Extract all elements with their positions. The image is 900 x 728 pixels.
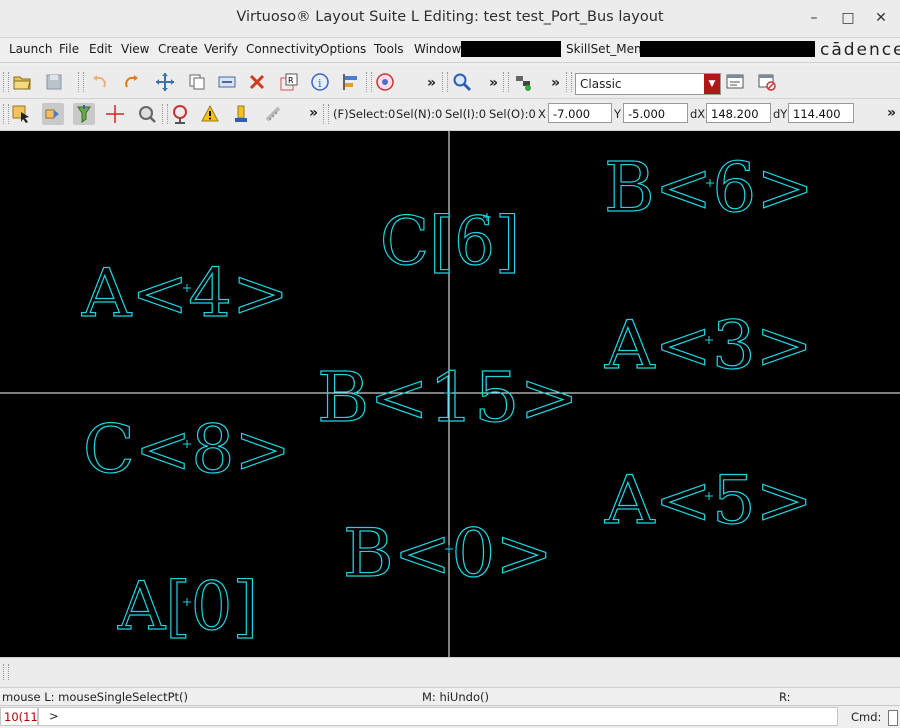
command-count: 10(11) xyxy=(0,707,42,726)
toolbar-grip[interactable] xyxy=(442,72,448,92)
title-bar: Virtuoso® Layout Suite L Editing: test t… xyxy=(0,0,900,38)
snap-icon[interactable] xyxy=(374,71,396,93)
menu-bar: Launch File Edit View Create Verify Conn… xyxy=(0,38,900,63)
toolbar-grip[interactable] xyxy=(162,104,168,124)
sel-o-count: Sel(O):0 xyxy=(489,107,536,121)
pin-label[interactable]: A<5> xyxy=(603,461,813,539)
cmd-label: Cmd: xyxy=(851,710,882,724)
pin-label[interactable]: A<3> xyxy=(603,306,813,384)
x-coordinate-field[interactable]: -7.000 xyxy=(548,103,612,123)
menu-create[interactable]: Create xyxy=(158,42,198,56)
menu-options[interactable]: Options xyxy=(320,42,366,56)
properties-icon[interactable]: R xyxy=(278,71,300,93)
select-cursor-icon[interactable] xyxy=(10,103,32,125)
info-icon[interactable]: i xyxy=(309,71,331,93)
crosshair-icon[interactable] xyxy=(104,103,126,125)
undo-icon[interactable] xyxy=(89,71,111,93)
workspace-save-icon[interactable] xyxy=(724,71,746,93)
pin-label[interactable]: B<0> xyxy=(342,514,553,592)
layout-canvas[interactable]: B<6> C[6] A<4> A<3> B<15> C<8> A<5> B<0>… xyxy=(0,131,900,657)
menu-file[interactable]: File xyxy=(59,42,79,56)
warning-icon[interactable] xyxy=(199,103,221,125)
move-icon[interactable] xyxy=(154,71,176,93)
copy-icon[interactable] xyxy=(186,71,208,93)
toolbar-overflow[interactable]: » xyxy=(309,105,318,121)
mouse-middle-binding: M: hiUndo() xyxy=(422,690,489,704)
pin-label[interactable]: B<6> xyxy=(603,148,814,228)
align-icon[interactable] xyxy=(340,71,362,93)
redacted-menu-block xyxy=(461,41,561,57)
toolbar-overflow[interactable]: » xyxy=(551,75,560,91)
toolbar-grip[interactable] xyxy=(3,72,9,92)
probe-icon[interactable] xyxy=(169,103,191,125)
toolbar-grip[interactable] xyxy=(503,72,509,92)
x-label: X xyxy=(538,107,546,121)
ruler-icon[interactable] xyxy=(262,103,284,125)
zoom-icon[interactable] xyxy=(451,71,473,93)
toolbar-grip[interactable] xyxy=(566,72,572,92)
pin-label[interactable]: C<8> xyxy=(82,410,291,488)
workspace-value: Classic xyxy=(580,77,622,91)
toolbar-grip[interactable] xyxy=(366,72,372,92)
menu-edit[interactable]: Edit xyxy=(89,42,112,56)
router-icon[interactable] xyxy=(512,71,534,93)
menu-connectivity[interactable]: Connectivity xyxy=(246,42,321,56)
dx-label: dX xyxy=(690,107,706,121)
menu-view[interactable]: View xyxy=(121,42,149,56)
window-title: Virtuoso® Layout Suite L Editing: test t… xyxy=(236,9,664,25)
delete-icon[interactable] xyxy=(246,71,268,93)
toolbar-grip[interactable] xyxy=(78,72,84,92)
workspace-revert-icon[interactable] xyxy=(756,71,778,93)
close-button[interactable]: ✕ xyxy=(871,8,891,28)
toolbar-grip[interactable] xyxy=(323,104,329,124)
fselect-count: (F)Select:0 xyxy=(333,107,396,121)
command-input[interactable]: > xyxy=(38,707,838,726)
minimize-button[interactable]: – xyxy=(804,8,824,28)
dy-field[interactable]: 114.400 xyxy=(788,103,854,123)
y-coordinate-field[interactable]: -5.000 xyxy=(623,103,688,123)
stretch-mode-icon[interactable] xyxy=(42,103,64,125)
sel-n-count: Sel(N):0 xyxy=(396,107,443,121)
mouse-left-binding: mouse L: mouseSingleSelectPt() xyxy=(2,690,189,704)
dx-field[interactable]: 148.200 xyxy=(706,103,771,123)
menu-verify[interactable]: Verify xyxy=(204,42,238,56)
command-bar: 10(11) > Cmd: xyxy=(0,705,900,728)
chevron-down-icon[interactable]: ▼ xyxy=(704,74,720,94)
cmd-indicator[interactable] xyxy=(888,710,898,726)
svg-text:R: R xyxy=(288,76,294,85)
redo-icon[interactable] xyxy=(120,71,142,93)
pin-label[interactable]: B<15> xyxy=(316,358,579,438)
mouse-status-bar: mouse L: mouseSingleSelectPt() M: hiUndo… xyxy=(0,687,900,718)
sel-i-count: Sel(I):0 xyxy=(445,107,487,121)
marker-icon[interactable] xyxy=(230,103,252,125)
workspace-dropdown[interactable]: Classic ▼ xyxy=(575,73,721,95)
pin-label[interactable]: C[6] xyxy=(379,202,520,280)
stretch-icon[interactable] xyxy=(216,71,238,93)
menu-tools[interactable]: Tools xyxy=(374,42,404,56)
toolbar-grip[interactable] xyxy=(3,664,9,680)
cadence-logo: cādence xyxy=(820,40,900,60)
y-label: Y xyxy=(614,107,622,121)
menu-skillset[interactable]: SkillSet_Menu xyxy=(566,42,649,56)
svg-text:i: i xyxy=(318,77,322,90)
open-icon[interactable] xyxy=(11,71,33,93)
dy-label: dY xyxy=(773,107,788,121)
search-icon[interactable] xyxy=(136,103,158,125)
pin-label[interactable]: A<4> xyxy=(80,254,289,332)
toolbar-overflow[interactable]: » xyxy=(489,75,498,91)
pin-label[interactable]: A[0] xyxy=(116,567,258,645)
save-icon[interactable] xyxy=(43,71,65,93)
maximize-button[interactable]: □ xyxy=(838,8,858,28)
toolbar-grip[interactable] xyxy=(3,104,9,124)
menu-launch[interactable]: Launch xyxy=(9,42,52,56)
menu-window[interactable]: Window xyxy=(414,42,461,56)
main-toolbar: R i » » » xyxy=(0,66,900,99)
toolbar-overflow[interactable]: » xyxy=(427,75,436,91)
canvas-scroll-area[interactable] xyxy=(0,657,900,688)
redacted-menu-block xyxy=(640,41,815,57)
toolbar-overflow[interactable]: » xyxy=(887,105,896,121)
select-filter-icon[interactable] xyxy=(73,103,95,125)
